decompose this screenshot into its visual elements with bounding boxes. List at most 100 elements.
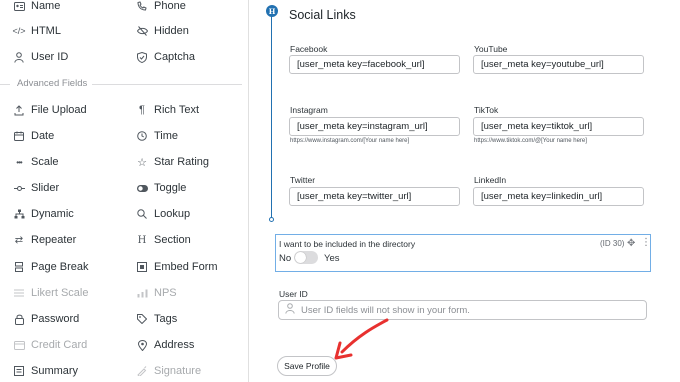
nps-icon	[136, 287, 148, 299]
advanced-fields-heading: Advanced Fields	[17, 78, 88, 89]
heading-icon: H	[137, 234, 147, 246]
field-label: Hidden	[154, 25, 189, 37]
save-profile-button[interactable]: Save Profile	[277, 356, 337, 376]
field-tags[interactable]: Tags	[136, 313, 177, 325]
field-star-rating[interactable]: ☆ Star Rating	[136, 156, 210, 169]
more-options-icon[interactable]: ⋮	[641, 237, 651, 248]
field-id-badge: (ID 30)	[600, 239, 625, 248]
field-user-id[interactable]: User ID	[13, 51, 68, 63]
user-id-field[interactable]: User ID fields will not show in your for…	[278, 300, 647, 320]
field-label: Slider	[31, 182, 60, 194]
field-label: Toggle	[154, 182, 187, 194]
toggle-off-label: No	[279, 253, 292, 264]
sidebar-divider	[248, 0, 249, 382]
twitter-label: Twitter	[290, 175, 316, 185]
instagram-field[interactable]: [user_meta key=instagram_url]	[289, 117, 460, 136]
field-sidebar: Name </> HTML User ID Advanced Fields Fi…	[0, 0, 248, 382]
credit-card-icon	[13, 339, 25, 351]
field-html[interactable]: </> HTML	[13, 25, 61, 37]
twitter-field[interactable]: [user_meta key=twitter_url]	[289, 187, 460, 206]
field-nps[interactable]: NPS	[136, 287, 177, 299]
field-file-upload[interactable]: File Upload	[13, 104, 87, 116]
embed-icon	[136, 261, 148, 273]
field-repeater[interactable]: ⇄ Repeater	[13, 234, 76, 246]
upload-icon	[13, 104, 25, 116]
field-slider[interactable]: Slider	[13, 182, 59, 194]
field-address[interactable]: Address	[136, 339, 194, 351]
field-label: Address	[154, 339, 195, 351]
instagram-help: https://www.instagram.com/[Your name her…	[290, 138, 410, 144]
user-id-label: User ID	[279, 289, 308, 299]
field-label: Section	[154, 234, 191, 246]
field-label: Signature	[154, 365, 202, 377]
star-icon: ☆	[137, 156, 147, 169]
field-summary[interactable]: Summary	[13, 365, 78, 377]
field-section[interactable]: H Section	[136, 234, 191, 246]
field-label: Dynamic	[31, 208, 74, 220]
field-label: Lookup	[154, 208, 191, 220]
linkedin-label: LinkedIn	[474, 175, 507, 185]
directory-label: I want to be included in the directory	[279, 239, 416, 249]
section-line	[271, 14, 272, 220]
field-credit-card[interactable]: Credit Card	[13, 339, 87, 351]
tag-icon	[136, 313, 148, 325]
field-phone[interactable]: Phone	[136, 0, 186, 12]
field-date[interactable]: Date	[13, 130, 54, 142]
tiktok-field[interactable]: [user_meta key=tiktok_url]	[473, 117, 644, 136]
section-end-marker	[269, 217, 274, 222]
eye-slash-icon	[136, 25, 148, 37]
field-dynamic[interactable]: Dynamic	[13, 208, 74, 220]
youtube-field[interactable]: [user_meta key=youtube_url]	[473, 55, 644, 74]
youtube-label: YouTube	[474, 44, 508, 54]
move-icon[interactable]: ✥	[627, 238, 635, 249]
summary-icon	[13, 365, 25, 377]
slider-icon	[13, 182, 25, 194]
sitemap-icon	[13, 208, 25, 220]
field-time[interactable]: Time	[136, 130, 178, 142]
toggle-on-label: Yes	[324, 253, 340, 264]
section-heading-icon[interactable]: H	[266, 5, 278, 17]
field-label: HTML	[31, 25, 61, 37]
field-page-break[interactable]: Page Break	[13, 261, 88, 273]
field-name[interactable]: Name	[13, 0, 60, 12]
field-rich-text[interactable]: ¶ Rich Text	[136, 104, 199, 116]
instagram-label: Instagram	[290, 105, 328, 115]
toggle-knob	[295, 252, 306, 263]
phone-icon	[136, 0, 148, 12]
clock-icon	[136, 130, 148, 142]
search-icon	[136, 208, 148, 220]
field-likert-scale[interactable]: Likert Scale	[13, 287, 88, 299]
user-id-placeholder: User ID fields will not show in your for…	[301, 304, 470, 316]
field-label: Password	[31, 313, 80, 325]
field-label: File Upload	[31, 104, 87, 116]
field-toggle[interactable]: Toggle	[136, 182, 186, 194]
field-label: Star Rating	[154, 156, 210, 168]
annotation-arrow-icon	[334, 318, 389, 360]
field-label: Date	[31, 130, 55, 142]
repeat-icon: ⇄	[14, 234, 24, 246]
toggle-icon	[136, 182, 148, 194]
divider	[0, 84, 10, 85]
field-embed-form[interactable]: Embed Form	[136, 261, 218, 273]
field-hidden[interactable]: Hidden	[136, 25, 189, 37]
signature-icon	[136, 365, 148, 377]
field-label: Tags	[154, 313, 178, 325]
field-scale[interactable]: ••• Scale	[13, 156, 58, 168]
field-label: Likert Scale	[31, 287, 89, 299]
user-icon	[13, 51, 25, 63]
map-marker-icon	[136, 339, 148, 351]
field-password[interactable]: Password	[13, 313, 79, 325]
facebook-field[interactable]: [user_meta key=facebook_url]	[289, 55, 460, 74]
id-card-icon	[13, 0, 25, 12]
field-label: Credit Card	[31, 339, 88, 351]
lock-icon	[13, 313, 25, 325]
directory-toggle[interactable]	[294, 251, 318, 264]
field-label: User ID	[31, 51, 69, 63]
linkedin-field[interactable]: [user_meta key=linkedin_url]	[473, 187, 644, 206]
field-captcha[interactable]: Captcha	[136, 51, 195, 63]
tiktok-label: TikTok	[474, 105, 499, 115]
tiktok-help: https://www.tiktok.com/@[Your name here]	[474, 138, 587, 144]
field-lookup[interactable]: Lookup	[136, 208, 190, 220]
field-signature[interactable]: Signature	[136, 365, 201, 377]
field-label: Rich Text	[154, 104, 200, 116]
